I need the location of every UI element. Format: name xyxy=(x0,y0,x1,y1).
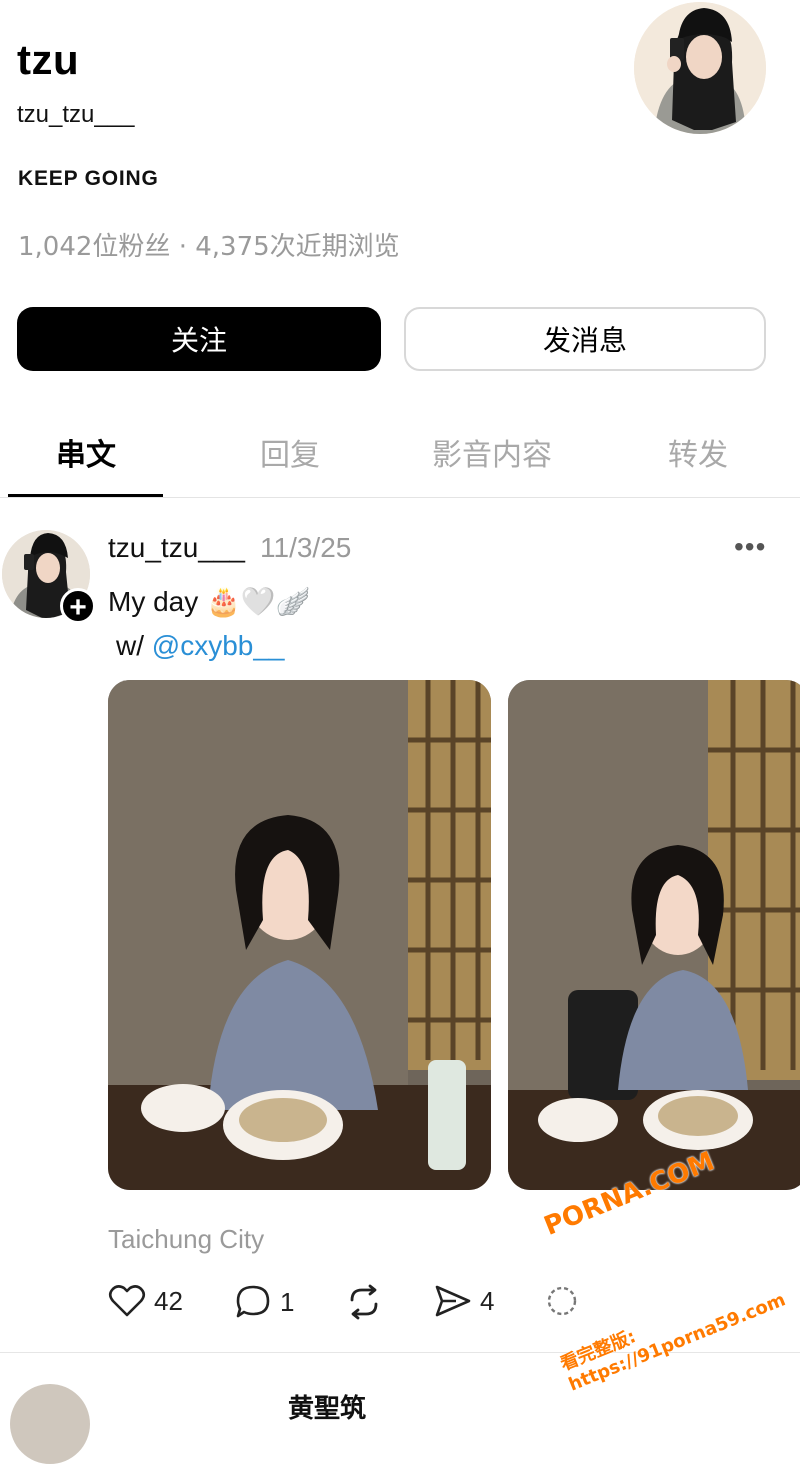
comment-count: 1 xyxy=(280,1286,295,1317)
more-options-icon[interactable]: ••• xyxy=(734,531,766,563)
tab-replies[interactable]: 回复 xyxy=(260,430,320,474)
profile-stats[interactable]: 1,042位粉丝 · 4,375次近期浏览 xyxy=(18,226,400,263)
tab-reposts[interactable]: 转发 xyxy=(668,430,728,474)
post-text: My day 🎂🤍🪽 xyxy=(108,586,311,617)
profile-avatar[interactable] xyxy=(634,2,766,134)
follow-plus-icon[interactable]: + xyxy=(60,588,96,624)
send-action[interactable]: 4 xyxy=(434,1284,494,1318)
post-photo-2[interactable] xyxy=(508,680,800,1190)
like-count: 42 xyxy=(154,1285,183,1316)
profile-bio: KEEP GOING xyxy=(18,167,159,190)
tab-media[interactable]: 影音内容 xyxy=(432,430,552,474)
next-post-avatar[interactable] xyxy=(10,1384,90,1464)
post-date: 11/3/25 xyxy=(260,532,352,563)
share-count: 4 xyxy=(480,1285,495,1316)
post-location[interactable]: Taichung City xyxy=(108,1224,264,1255)
with-prefix: w/ xyxy=(116,630,144,661)
bookmark-action[interactable] xyxy=(544,1284,580,1318)
next-post-username[interactable]: 黄聖筑 xyxy=(288,1388,366,1425)
post-username[interactable]: tzu_tzu___ xyxy=(108,532,245,564)
comment-action[interactable]: 1 xyxy=(234,1284,294,1320)
repost-action[interactable] xyxy=(344,1284,384,1320)
watermark-url: 看完整版: https://91porna59.com xyxy=(557,1289,789,1396)
follow-button[interactable]: 关注 xyxy=(17,307,381,371)
tab-threads[interactable]: 串文 xyxy=(56,430,116,474)
comment-icon xyxy=(236,1285,270,1318)
message-button[interactable]: 发消息 xyxy=(404,307,766,371)
profile-name: tzu xyxy=(17,36,80,83)
repost-icon xyxy=(350,1284,378,1320)
post-with-line: w/ @cxybb__ xyxy=(116,630,285,662)
post-photo-1[interactable] xyxy=(108,680,491,1190)
profile-handle: tzu_tzu___ xyxy=(17,101,135,128)
bookmark-icon xyxy=(547,1286,577,1316)
mention-link[interactable]: @cxybb__ xyxy=(152,630,285,661)
like-action[interactable]: 42 xyxy=(108,1284,183,1318)
heart-icon xyxy=(108,1285,146,1317)
send-icon xyxy=(435,1285,471,1317)
tabs-divider xyxy=(0,497,800,498)
